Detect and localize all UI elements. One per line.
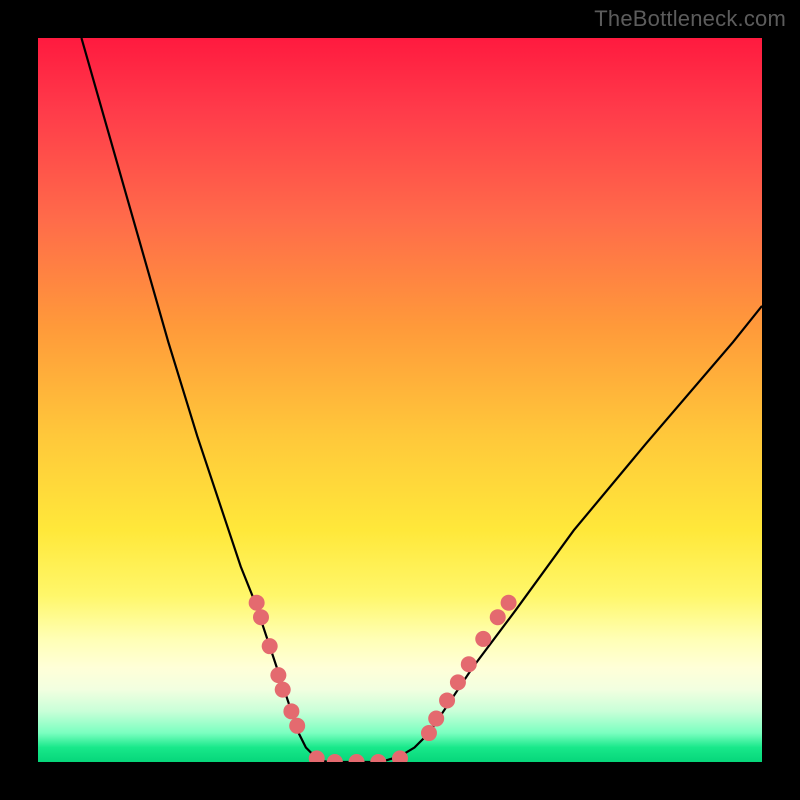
highlight-dot (370, 754, 386, 762)
highlight-dots-group (249, 595, 517, 762)
highlight-dot (275, 682, 291, 698)
highlight-dot (490, 609, 506, 625)
plot-area (38, 38, 762, 762)
highlight-dot (475, 631, 491, 647)
highlight-dot (253, 609, 269, 625)
chart-frame: TheBottleneck.com (0, 0, 800, 800)
highlight-dot (270, 667, 286, 683)
highlight-dot (461, 656, 477, 672)
highlight-dot (262, 638, 278, 654)
highlight-dot (249, 595, 265, 611)
series-bottleneck-curve (81, 38, 762, 762)
highlight-dot (349, 754, 365, 762)
chart-svg (38, 38, 762, 762)
highlight-dot (327, 754, 343, 762)
highlight-dot (421, 725, 437, 741)
highlight-dot (501, 595, 517, 611)
highlight-dot (289, 718, 305, 734)
highlight-dot (439, 692, 455, 708)
bottleneck-curve-path (81, 38, 762, 762)
highlight-dot (428, 711, 444, 727)
highlight-dot (283, 703, 299, 719)
highlight-dot (450, 674, 466, 690)
watermark-text: TheBottleneck.com (594, 6, 786, 32)
